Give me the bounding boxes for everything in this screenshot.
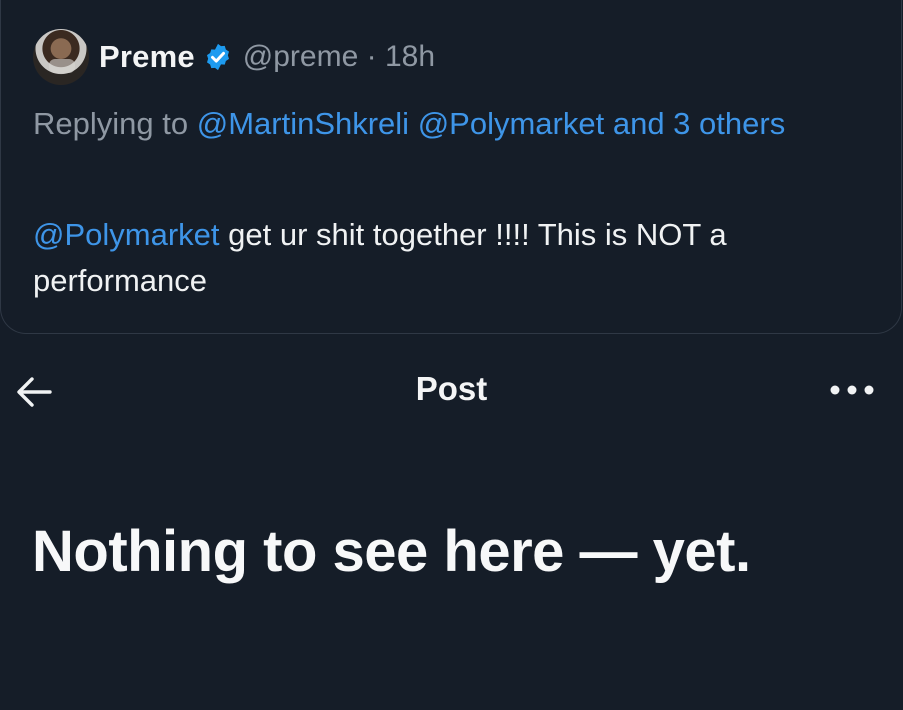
page-title: Post: [415, 370, 488, 407]
handle-and-time: @preme · 18h: [243, 40, 435, 74]
mention-martinshkreli[interactable]: @MartinShkreli: [197, 106, 409, 141]
post-text: @Polymarket get ur shit together !!!! Th…: [33, 212, 883, 304]
avatar[interactable]: [33, 29, 89, 85]
quoted-post-card[interactable]: Preme @preme · 18h Replying to @MartinSh…: [0, 0, 902, 334]
author-handle[interactable]: @preme: [243, 40, 359, 73]
empty-state-headline: Nothing to see here — yet.: [32, 519, 751, 584]
display-name[interactable]: Preme: [99, 39, 195, 75]
body-mention-polymarket[interactable]: @Polymarket: [33, 217, 220, 252]
post-time[interactable]: 18h: [385, 40, 435, 73]
post-top-bar: Post: [0, 360, 903, 424]
post-header: Preme @preme · 18h: [33, 28, 435, 86]
more-options-icon[interactable]: [828, 382, 876, 398]
replying-to-line: Replying to @MartinShkreli @Polymarket a…: [33, 98, 853, 150]
and-others-link[interactable]: and 3 others: [613, 106, 785, 141]
separator-dot: ·: [366, 40, 377, 73]
verified-badge-icon: [206, 43, 229, 71]
replying-prefix: Replying to: [33, 106, 189, 141]
mention-polymarket[interactable]: @Polymarket: [418, 106, 605, 141]
